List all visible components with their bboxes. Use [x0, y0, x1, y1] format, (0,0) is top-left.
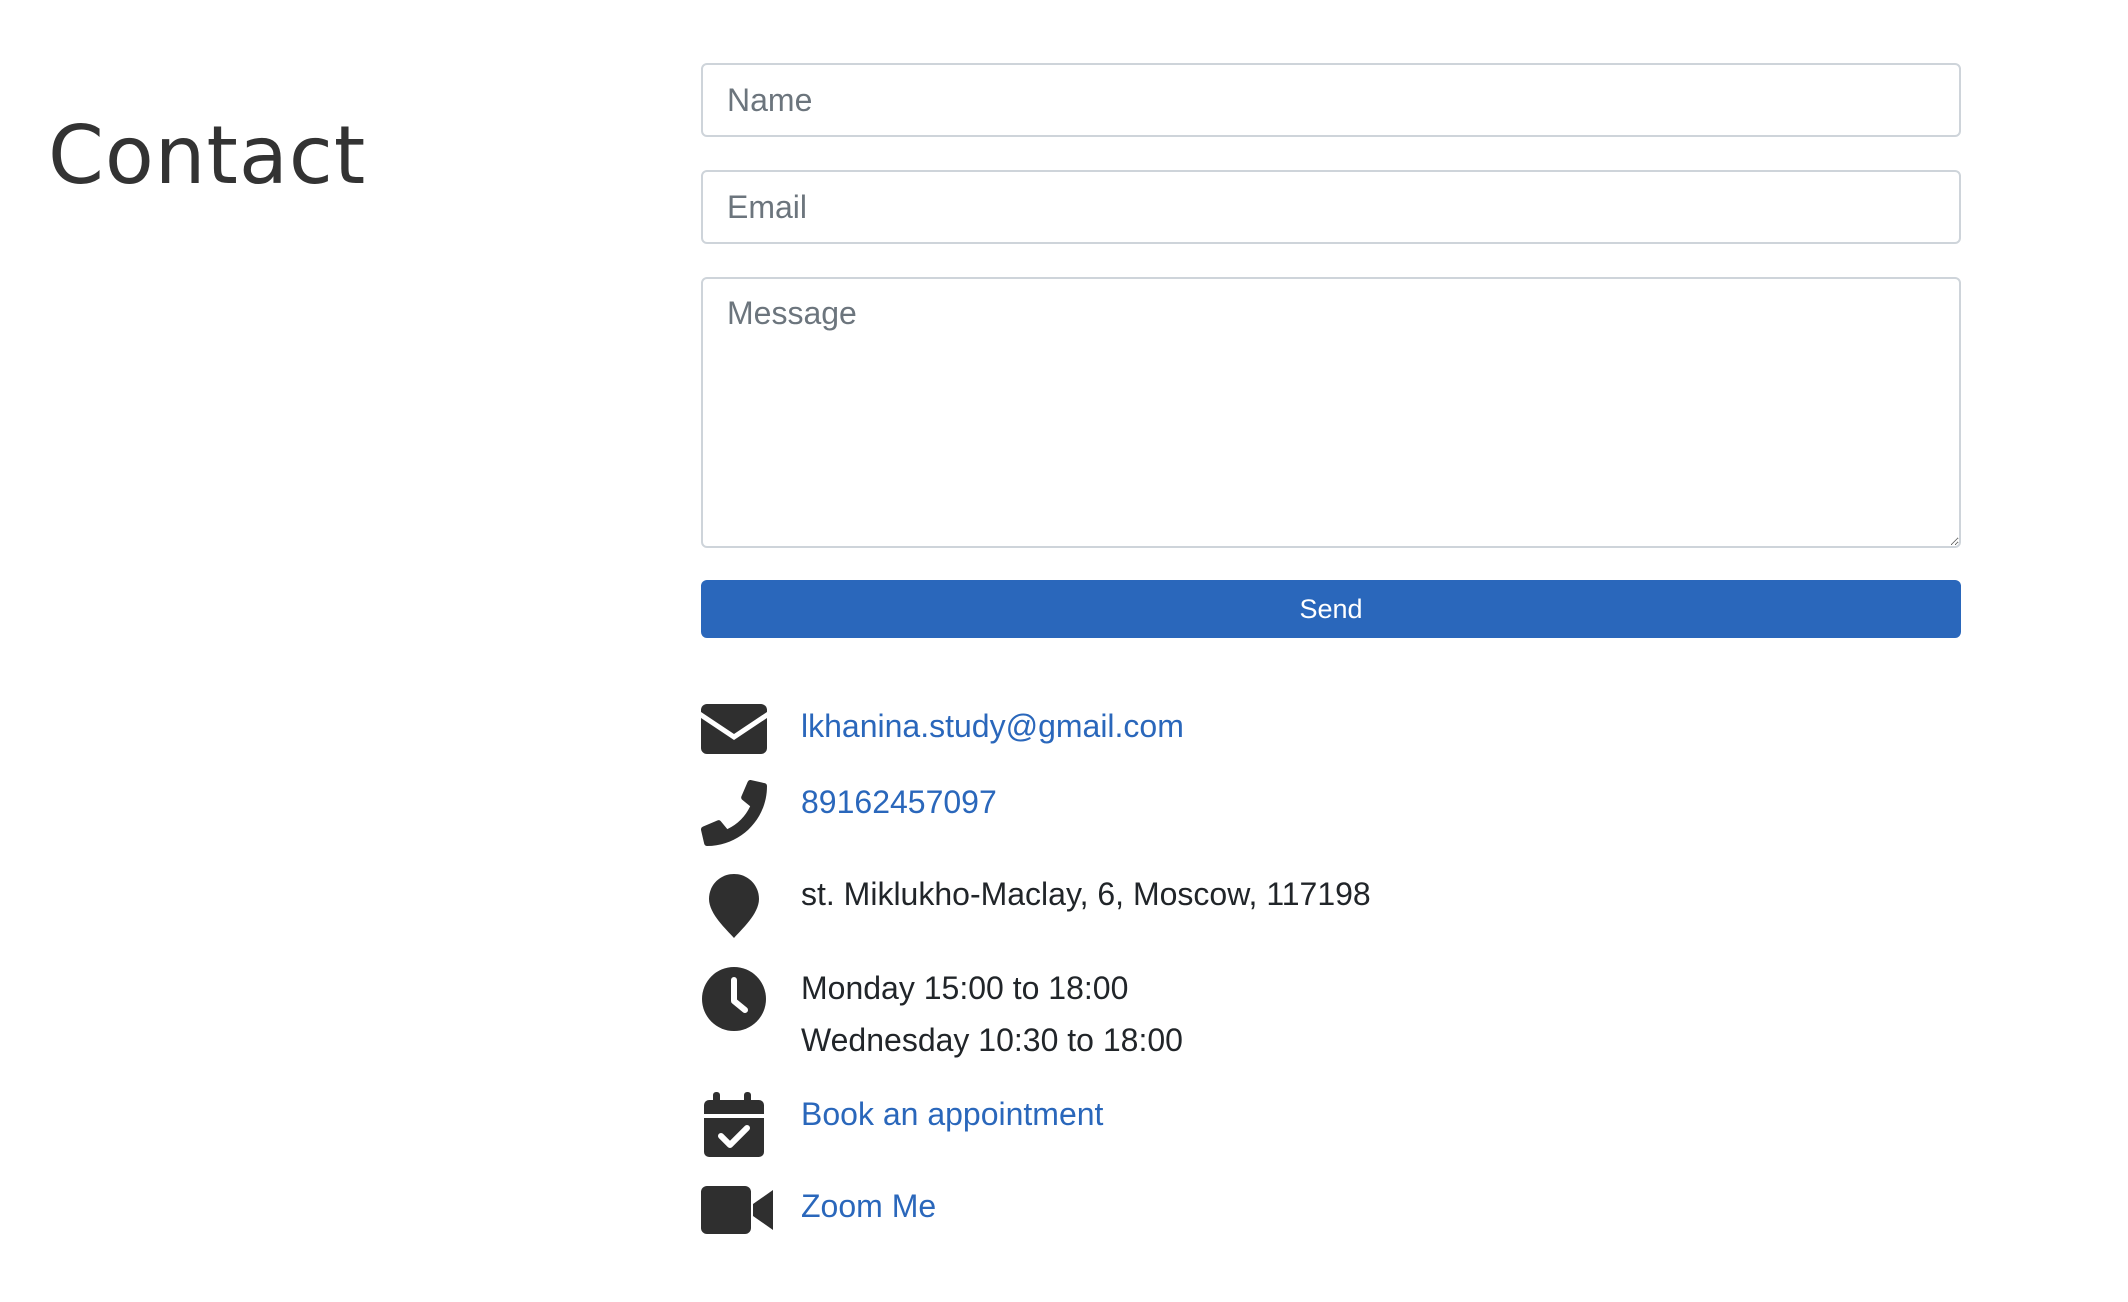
email-link[interactable]: lkhanina.study@gmail.com	[801, 708, 1184, 744]
calendar-check-icon	[701, 1088, 801, 1158]
address-row: st. Miklukho-Maclay, 6, Moscow, 117198	[701, 868, 1961, 940]
message-field[interactable]	[701, 277, 1961, 548]
office-hours: Monday 15:00 to 18:00 Wednesday 10:30 to…	[801, 962, 1183, 1066]
address-text: st. Miklukho-Maclay, 6, Moscow, 117198	[801, 876, 1371, 912]
appointment-row: Book an appointment	[701, 1088, 1961, 1158]
contact-form: Send	[701, 63, 1961, 638]
clock-icon	[701, 962, 801, 1032]
hours-row: Monday 15:00 to 18:00 Wednesday 10:30 to…	[701, 962, 1961, 1066]
zoom-link[interactable]: Zoom Me	[801, 1188, 936, 1224]
hours-line: Monday 15:00 to 18:00	[801, 970, 1129, 1006]
phone-icon	[701, 776, 801, 846]
send-button[interactable]: Send	[701, 580, 1961, 638]
page-title: Contact	[48, 108, 367, 202]
book-appointment-link[interactable]: Book an appointment	[801, 1096, 1103, 1132]
video-camera-icon	[701, 1180, 801, 1236]
hours-line: Wednesday 10:30 to 18:00	[801, 1022, 1183, 1058]
contact-info: lkhanina.study@gmail.com 89162457097 st.…	[701, 700, 1961, 1258]
zoom-row: Zoom Me	[701, 1180, 1961, 1236]
phone-link[interactable]: 89162457097	[801, 784, 997, 820]
name-field[interactable]	[701, 63, 1961, 137]
email-row: lkhanina.study@gmail.com	[701, 700, 1961, 754]
envelope-icon	[701, 700, 801, 754]
map-pin-icon	[701, 868, 801, 940]
email-field[interactable]	[701, 170, 1961, 244]
phone-row: 89162457097	[701, 776, 1961, 846]
